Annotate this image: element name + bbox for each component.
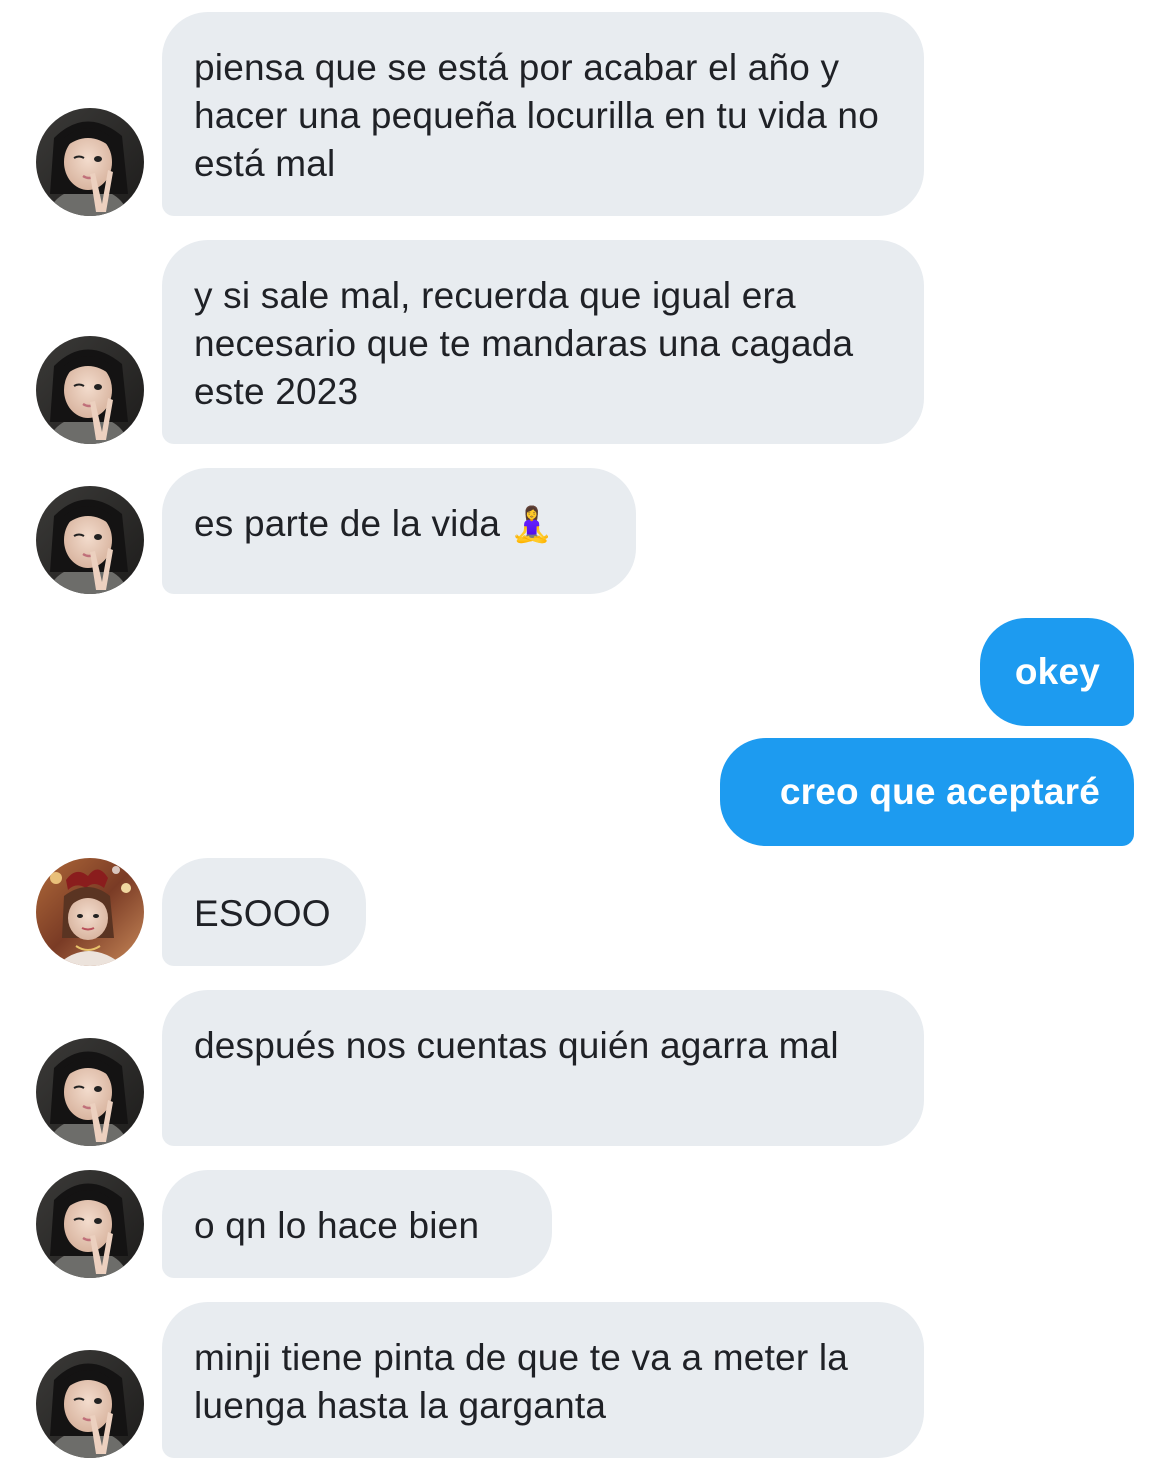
message-text: minji tiene pinta de que te va a meter l… [194, 1337, 849, 1426]
avatar[interactable] [36, 486, 144, 594]
avatar-girl-peace-icon [36, 336, 144, 444]
message-text: o qn lo hace bien [194, 1205, 480, 1246]
message-bubble[interactable]: y si sale mal, recuerda que igual era ne… [162, 240, 924, 444]
message-bubble[interactable]: minji tiene pinta de que te va a meter l… [162, 1302, 924, 1458]
avatar-girl-party-icon [36, 858, 144, 966]
message-bubble-outgoing[interactable]: okey [980, 618, 1134, 726]
avatar-girl-peace-icon [36, 486, 144, 594]
avatar[interactable] [36, 1170, 144, 1278]
message-text: es parte de la vida [194, 503, 501, 544]
avatar-girl-peace-icon [36, 1170, 144, 1278]
message-text: y si sale mal, recuerda que igual era ne… [194, 275, 854, 412]
message-bubble[interactable]: es parte de la vida 🧘‍♀️ [162, 468, 636, 594]
message-text: después nos cuentas quién agarra mal [194, 1025, 839, 1066]
message-bubble[interactable]: o qn lo hace bien [162, 1170, 552, 1278]
avatar-girl-peace-icon [36, 108, 144, 216]
avatar-girl-peace-icon [36, 1350, 144, 1458]
avatar[interactable] [36, 336, 144, 444]
message-text: okey [1014, 651, 1100, 692]
person-lotus-position-icon: 🧘‍♀️ [510, 505, 554, 545]
avatar[interactable] [36, 108, 144, 216]
avatar-girl-peace-icon [36, 1038, 144, 1146]
message-text: piensa que se está por acabar el año y h… [194, 47, 879, 184]
message-bubble[interactable]: después nos cuentas quién agarra mal [162, 990, 924, 1146]
message-text: ESOOO [194, 893, 331, 934]
message-text: creo que aceptaré [779, 771, 1100, 812]
avatar[interactable] [36, 858, 144, 966]
message-bubble[interactable]: piensa que se está por acabar el año y h… [162, 12, 924, 216]
avatar[interactable] [36, 1038, 144, 1146]
avatar[interactable] [36, 1350, 144, 1458]
message-bubble-outgoing[interactable]: creo que aceptaré [720, 738, 1134, 846]
message-bubble[interactable]: ESOOO [162, 858, 366, 966]
